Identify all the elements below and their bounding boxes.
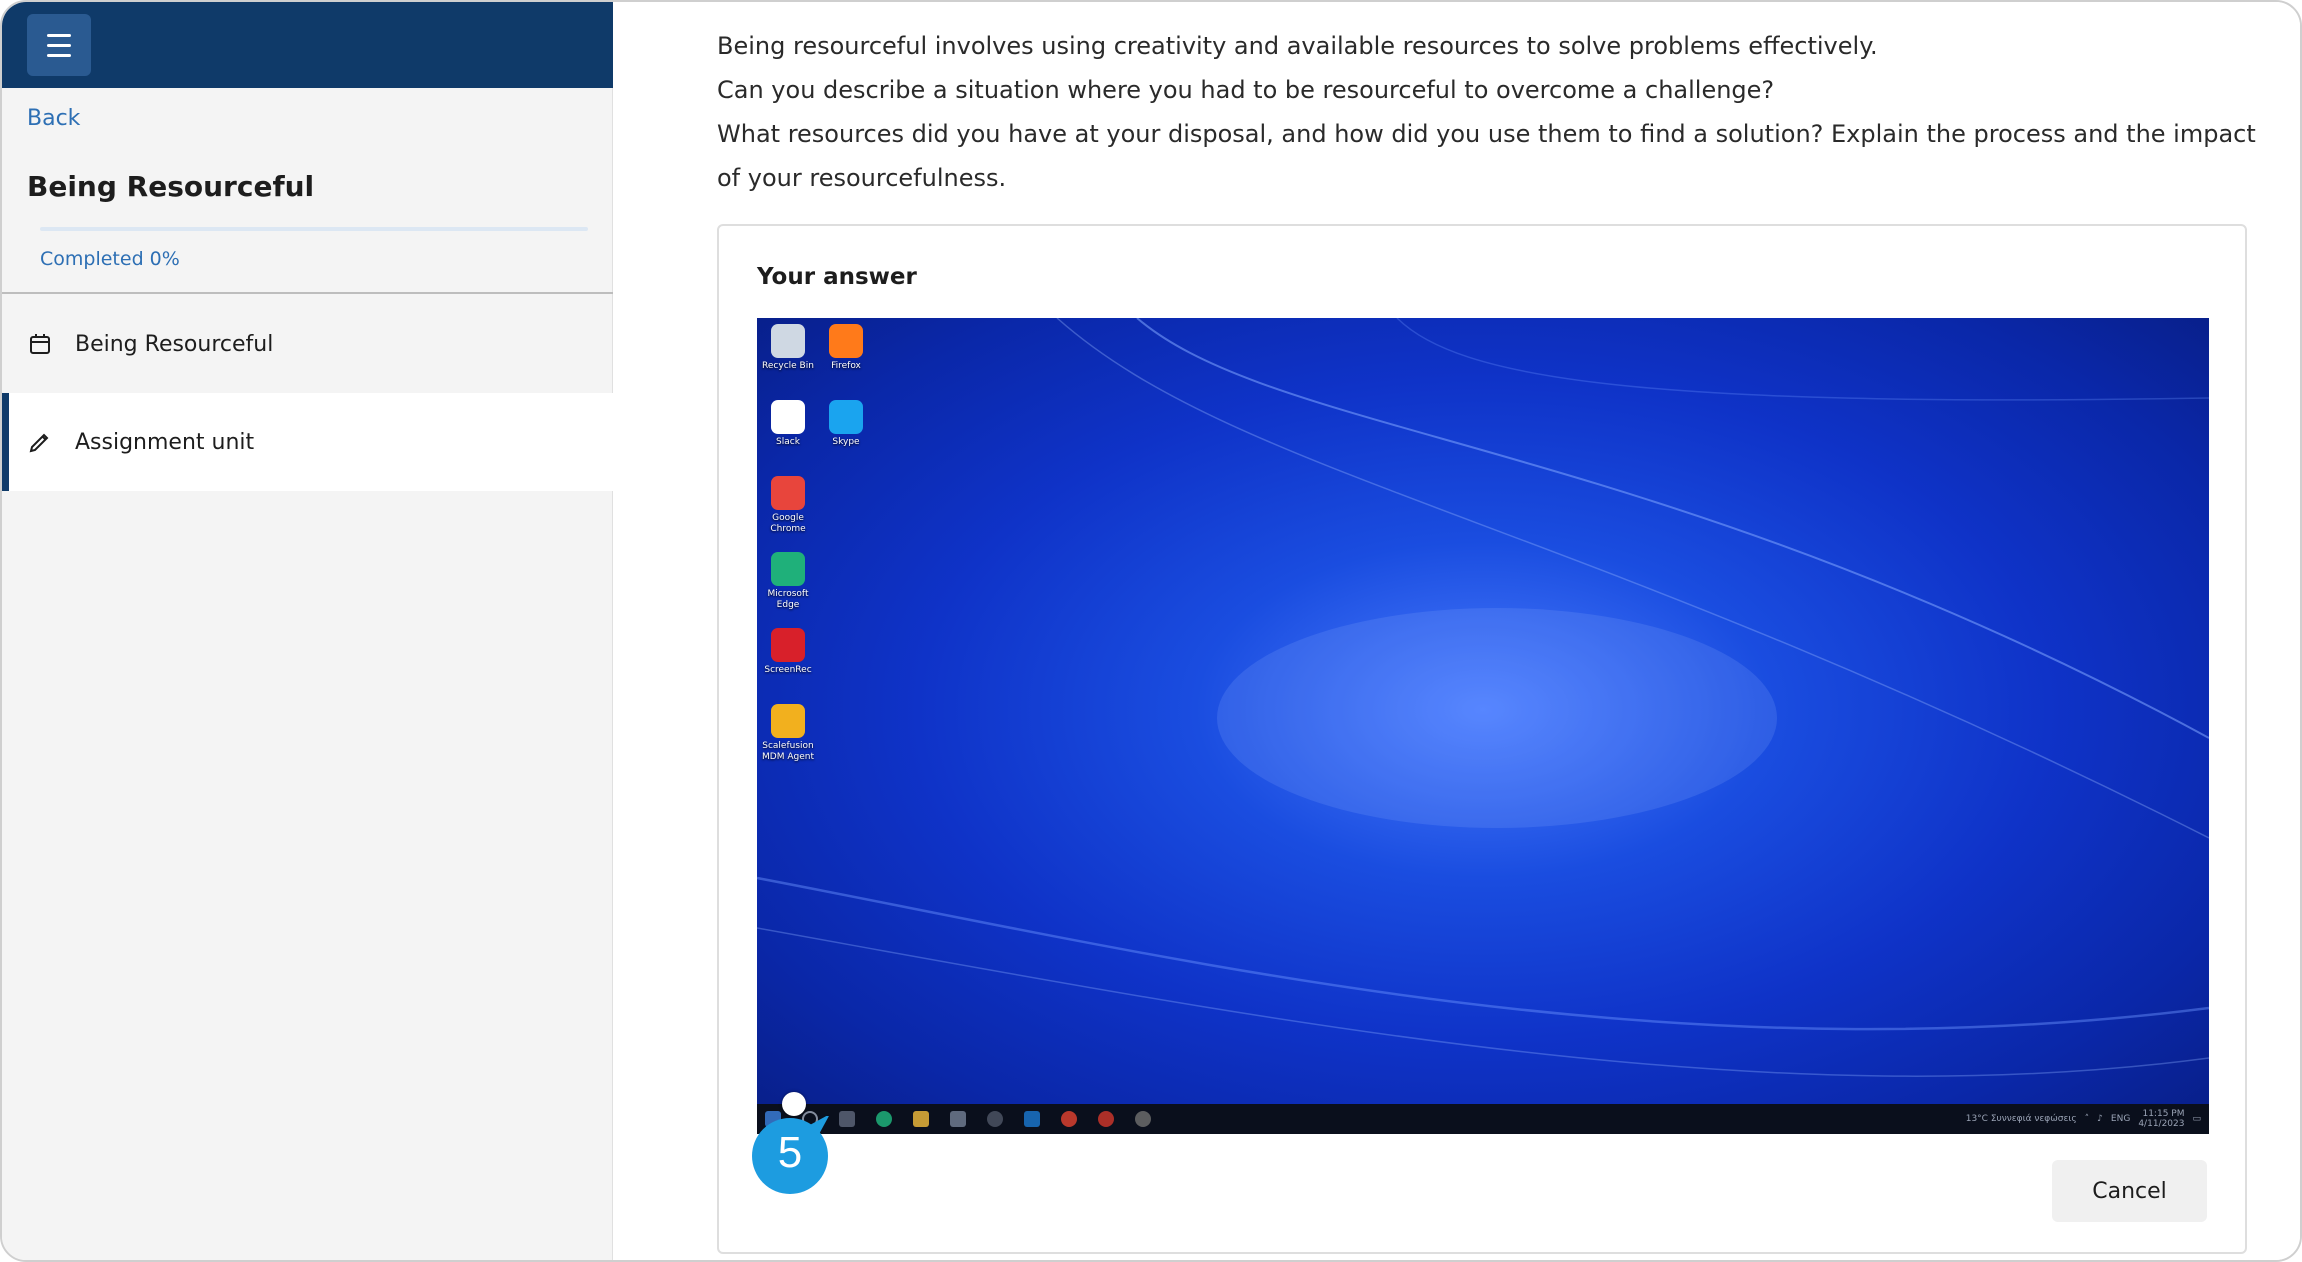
app-window: Back Being Resourceful Completed 0% Bein…	[0, 0, 2302, 1262]
assignment-prompt: Being resourceful involves using creativ…	[717, 24, 2277, 200]
task-view-icon[interactable]	[839, 1111, 855, 1127]
chrome-icon[interactable]	[1061, 1111, 1077, 1127]
sidebar: Back Being Resourceful Completed 0% Bein…	[2, 2, 613, 1260]
pencil-icon	[27, 429, 53, 455]
firefox-icon	[829, 324, 863, 358]
progress-label: Completed 0%	[40, 248, 180, 270]
sidebar-header	[2, 2, 613, 88]
progress-bar	[40, 227, 588, 231]
system-tray: 13°C Συννεφιά νεφώσεις ˄ ♪ ENG 11:15 PM …	[1966, 1104, 2201, 1134]
weather-widget[interactable]: 13°C Συννεφιά νεφώσεις	[1966, 1114, 2077, 1124]
file-explorer-icon[interactable]	[913, 1111, 929, 1127]
divider	[2, 292, 613, 294]
answer-card: Your answer Recycle Bin Firefox Slack Sk…	[717, 224, 2247, 1254]
windows-taskbar: 13°C Συννεφιά νεφώσεις ˄ ♪ ENG 11:15 PM …	[757, 1104, 2209, 1134]
skype-icon	[829, 400, 863, 434]
calendar-icon	[27, 331, 53, 357]
desktop-icon-screenrec[interactable]: ScreenRec	[759, 628, 817, 676]
recycle-bin-icon	[771, 324, 805, 358]
clock-time: 11:15 PM	[2142, 1109, 2185, 1119]
slack-icon	[771, 400, 805, 434]
active-indicator	[2, 393, 9, 491]
prompt-line: Can you describe a situation where you h…	[717, 76, 1775, 104]
chrome-icon	[771, 476, 805, 510]
prompt-line: Being resourceful involves using creativ…	[717, 32, 1878, 60]
notification-icon[interactable]: ▭	[2192, 1114, 2201, 1124]
scalefusion-icon	[771, 704, 805, 738]
desktop-icon-microsoft-edge[interactable]: Microsoft Edge	[759, 552, 817, 611]
desktop-icon-scalefusion[interactable]: Scalefusion MDM Agent	[759, 704, 817, 763]
screen-recording-preview[interactable]: Recycle Bin Firefox Slack Skype Google C…	[757, 318, 2209, 1134]
desktop-icon-google-chrome[interactable]: Google Chrome	[759, 476, 817, 535]
app-icon[interactable]	[1135, 1111, 1151, 1127]
volume-icon[interactable]: ♪	[2097, 1114, 2103, 1124]
chevron-up-icon[interactable]: ˄	[2085, 1114, 2090, 1124]
store-icon[interactable]	[950, 1111, 966, 1127]
sidebar-item-being-resourceful[interactable]: Being Resourceful	[2, 295, 613, 393]
sidebar-item-assignment-unit[interactable]: Assignment unit	[2, 393, 613, 491]
course-title: Being Resourceful	[27, 170, 315, 203]
prompt-line: What resources did you have at your disp…	[717, 120, 2256, 192]
desktop-icon-skype[interactable]: Skype	[817, 400, 875, 448]
step-badge: 5	[752, 1114, 830, 1194]
clock-date: 4/11/2023	[2138, 1119, 2185, 1129]
back-link[interactable]: Back	[27, 106, 80, 131]
desktop-icon-recycle-bin[interactable]: Recycle Bin	[759, 324, 817, 372]
cursor-indicator	[782, 1092, 806, 1116]
language-indicator[interactable]: ENG	[2111, 1114, 2130, 1124]
edge-icon[interactable]	[876, 1111, 892, 1127]
wallpaper-waves	[757, 318, 2209, 1077]
screenrec-icon	[771, 628, 805, 662]
hamburger-menu-icon[interactable]	[27, 14, 91, 76]
answer-label: Your answer	[757, 264, 917, 290]
step-number: 5	[777, 1128, 803, 1177]
sidebar-item-label: Assignment unit	[75, 429, 255, 455]
main-content: Being resourceful involves using creativ…	[613, 2, 2300, 1260]
outlook-icon[interactable]	[1024, 1111, 1040, 1127]
clock[interactable]: 11:15 PM 4/11/2023	[2138, 1109, 2184, 1129]
chrome-alt-icon[interactable]	[1098, 1111, 1114, 1127]
sidebar-item-label: Being Resourceful	[75, 331, 274, 357]
desktop-icon-firefox[interactable]: Firefox	[817, 324, 875, 372]
media-icon[interactable]	[987, 1111, 1003, 1127]
cancel-button[interactable]: Cancel	[2052, 1160, 2207, 1222]
desktop-icon-slack[interactable]: Slack	[759, 400, 817, 448]
edge-icon	[771, 552, 805, 586]
